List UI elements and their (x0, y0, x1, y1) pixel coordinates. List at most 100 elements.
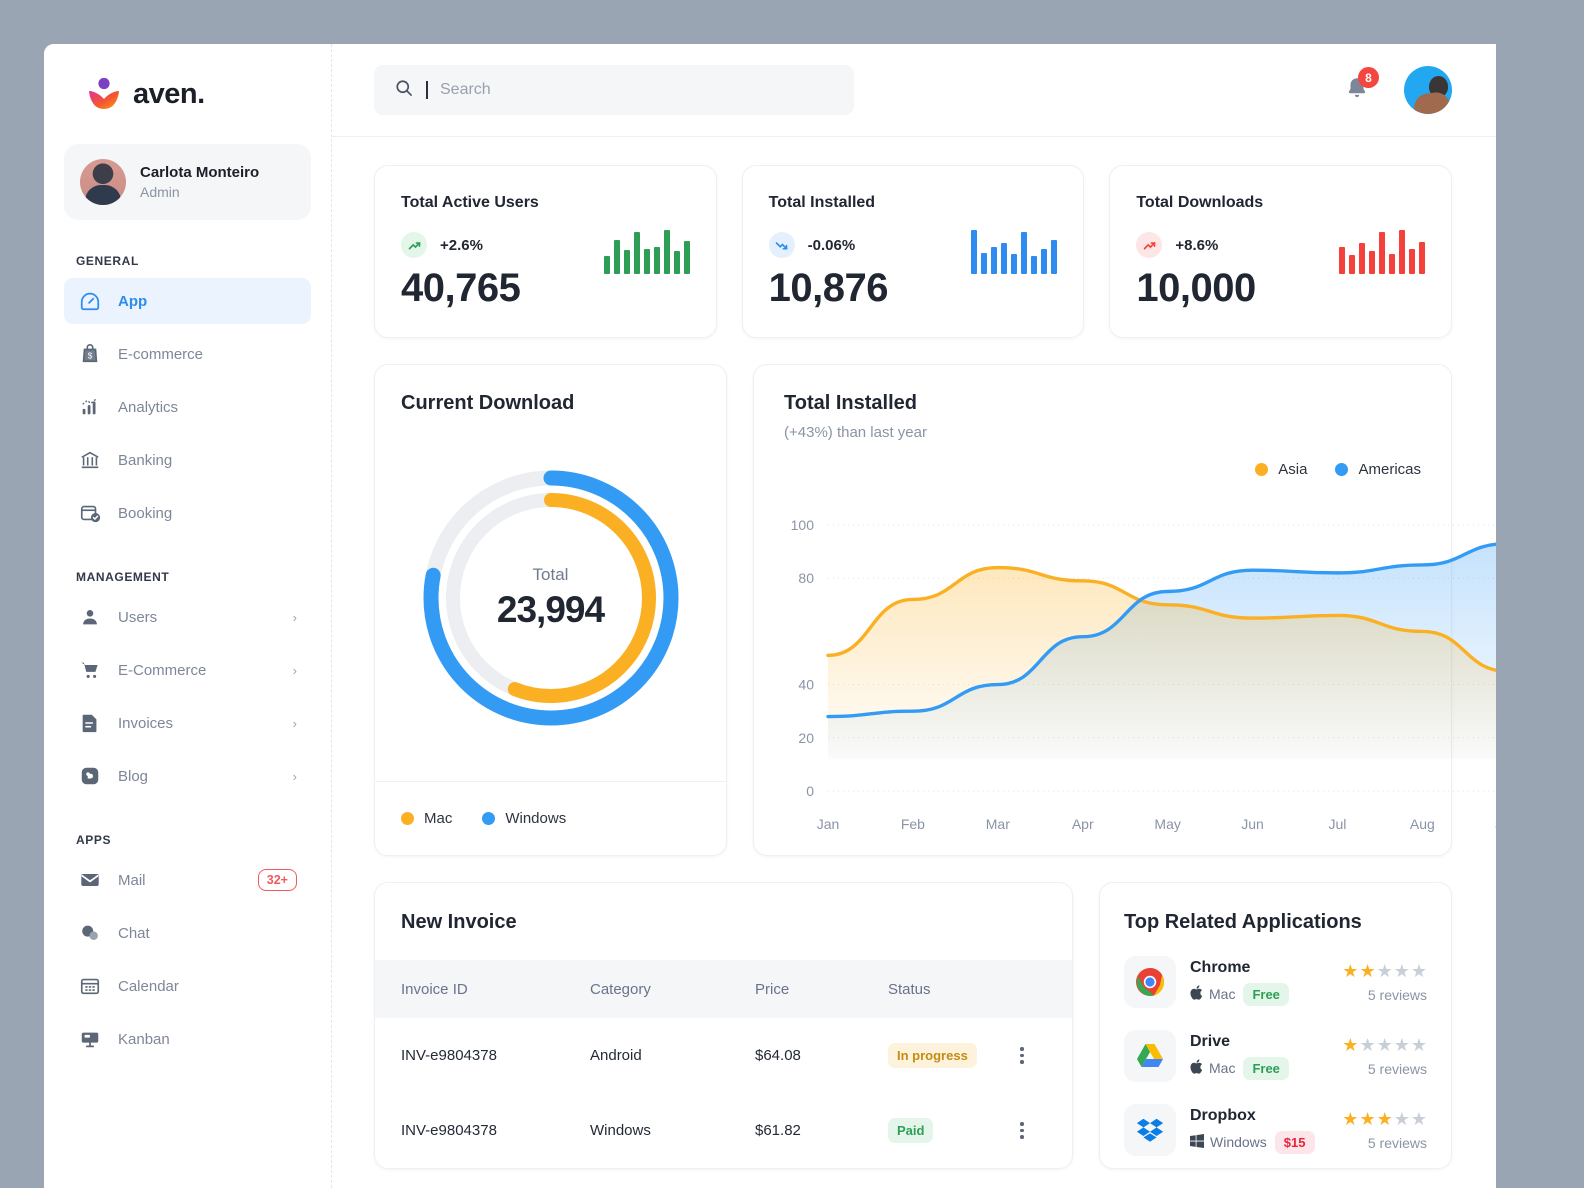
table-row[interactable]: INV-e9804378 Android $64.08 In progress (375, 1018, 1072, 1093)
stat-title: Total Downloads (1136, 194, 1264, 211)
app-info: Dropbox Windows $15 (1190, 1107, 1328, 1154)
sidebar-item-chat[interactable]: Chat (64, 910, 311, 956)
legend-dot-americas (1335, 463, 1349, 476)
legend-item-windows[interactable]: Windows (482, 810, 566, 827)
svg-text:Feb: Feb (901, 816, 925, 832)
donut-total-value: 23,994 (496, 589, 605, 630)
svg-text:Sep: Sep (1495, 816, 1496, 832)
profile-card[interactable]: Carlota Monteiro Admin (64, 144, 311, 220)
bottom-row: New Invoice Invoice ID Category Price St… (374, 882, 1452, 1169)
sparkline-chart (971, 228, 1058, 274)
sidebar-item-blog[interactable]: Blog › (64, 753, 311, 799)
app-rating: ★ ★ ★ ★ ★ 5 reviews (1342, 1036, 1427, 1077)
card-title: New Invoice (401, 911, 517, 933)
brand-logo[interactable]: aven. (64, 44, 311, 114)
cart-icon (78, 658, 102, 682)
column-header-category: Category (590, 960, 755, 1018)
stat-card-total-downloads: Total Downloads +8.6% 10,000 (1109, 165, 1453, 338)
chevron-right-icon: › (292, 715, 297, 731)
sidebar-item-e-commerce[interactable]: $ $ E-commerce (64, 331, 311, 377)
row-menu-button[interactable] (1012, 1047, 1032, 1064)
legend-item-americas[interactable]: Americas (1335, 461, 1421, 478)
sidebar-item-label: Mail (118, 871, 146, 889)
app-os-label: Mac (1209, 986, 1236, 1002)
analytics-icon (78, 395, 102, 419)
svg-text:Jul: Jul (1329, 816, 1347, 832)
svg-text:Jan: Jan (817, 816, 840, 832)
kanban-icon (78, 1027, 102, 1051)
profile-name: Carlota Monteiro (140, 163, 260, 181)
legend-label: Americas (1358, 461, 1421, 478)
chart-legend: Asia Americas (1255, 461, 1421, 478)
stat-card-total-installed: Total Installed -0.06% 10,876 (741, 165, 1085, 338)
sidebar-item-label: Analytics (118, 398, 179, 416)
table-row[interactable]: INV-e9804378 Windows $61.82 Paid (375, 1093, 1072, 1168)
sidebar-item-app[interactable]: App (64, 278, 311, 324)
reviews-count: 5 reviews (1367, 1134, 1427, 1151)
stat-title: Total Active Users (401, 194, 539, 211)
chrome-icon (1124, 956, 1176, 1008)
sidebar-item-label: E-commerce (118, 345, 204, 363)
sidebar-item-booking[interactable]: Booking (64, 490, 311, 536)
app-name: Drive (1190, 1032, 1231, 1050)
avatar (80, 159, 126, 205)
sidebar-item-calendar[interactable]: Calendar (64, 963, 311, 1009)
topbar: Search 8 (332, 44, 1496, 137)
user-avatar-button[interactable] (1404, 66, 1452, 114)
legend-item-mac[interactable]: Mac (401, 810, 452, 827)
trend-up-icon (401, 232, 427, 258)
search-input[interactable]: Search (374, 65, 854, 115)
list-item[interactable]: Dropbox Windows $15 ★ ★ ★ ★ ★ 5 reviews (1124, 1104, 1427, 1156)
list-item[interactable]: Drive Mac Free ★ ★ ★ ★ ★ 5 reviews (1124, 1030, 1427, 1082)
card-subtitle: (+43%) than last year (784, 424, 927, 441)
dashboard-icon (78, 289, 102, 313)
bank-icon (78, 448, 102, 472)
sidebar-item-e-commerce-mgmt[interactable]: E-Commerce › (64, 647, 311, 693)
cell-actions (1012, 1093, 1072, 1168)
table-header-row: Invoice ID Category Price Status (375, 960, 1072, 1018)
sidebar-item-label: Booking (118, 504, 173, 522)
sidebar-item-banking[interactable]: Banking (64, 437, 311, 483)
invoice-table: Invoice ID Category Price Status INV-e98… (375, 960, 1072, 1168)
sparkline-chart (603, 228, 690, 274)
cell-price: $64.08 (755, 1047, 801, 1064)
chevron-right-icon: › (292, 609, 297, 625)
app-meta: Mac Free (1190, 1056, 1328, 1080)
sidebar-item-invoices[interactable]: Invoices › (64, 700, 311, 746)
mid-row: Current Download Total 23,994 Mac Window… (374, 364, 1496, 856)
column-header-price: Price (755, 960, 888, 1018)
sidebar-item-analytics[interactable]: Analytics (64, 384, 311, 430)
sidebar-item-users[interactable]: Users › (64, 594, 311, 640)
app-os: Mac (1190, 985, 1235, 1003)
cell-price: $61.82 (755, 1122, 801, 1139)
svg-text:May: May (1154, 816, 1180, 832)
legend-label: Windows (505, 810, 567, 827)
column-header-status: Status (888, 960, 1012, 1018)
legend-item-asia[interactable]: Asia (1255, 461, 1307, 478)
document-icon (78, 711, 102, 735)
cell-status: Paid (888, 1093, 1012, 1168)
chat-icon (78, 921, 102, 945)
notifications-button[interactable]: 8 (1344, 67, 1379, 105)
reviews-count: 5 reviews (1367, 986, 1427, 1003)
cell-invoice-id: INV-e9804378 (401, 1047, 497, 1064)
blog-icon (78, 764, 102, 788)
app-meta: Mac Free (1190, 982, 1328, 1006)
row-menu-button[interactable] (1012, 1122, 1032, 1139)
status-badge: Paid (888, 1118, 934, 1143)
cell-invoice-id: INV-e9804378 (401, 1122, 497, 1139)
sidebar-item-mail[interactable]: Mail 32+ (64, 857, 311, 903)
sidebar-item-label: Users (118, 608, 158, 626)
user-icon (78, 605, 102, 629)
app-rating: ★ ★ ★ ★ ★ 5 reviews (1342, 1110, 1427, 1151)
nav-section-general: GENERAL (76, 254, 139, 268)
sidebar-item-label: Banking (118, 451, 173, 469)
app-os: Windows (1190, 1133, 1267, 1151)
sidebar-item-label: Calendar (118, 977, 179, 995)
profile-role: Admin (140, 183, 180, 200)
sidebar-item-kanban[interactable]: Kanban (64, 1016, 311, 1062)
svg-text:20: 20 (798, 730, 814, 746)
shopping-bag-icon: $ $ (78, 342, 102, 366)
list-item[interactable]: Chrome Mac Free ★ ★ ★ ★ ★ 5 reviews (1124, 956, 1427, 1008)
legend-dot-asia (1255, 463, 1269, 476)
